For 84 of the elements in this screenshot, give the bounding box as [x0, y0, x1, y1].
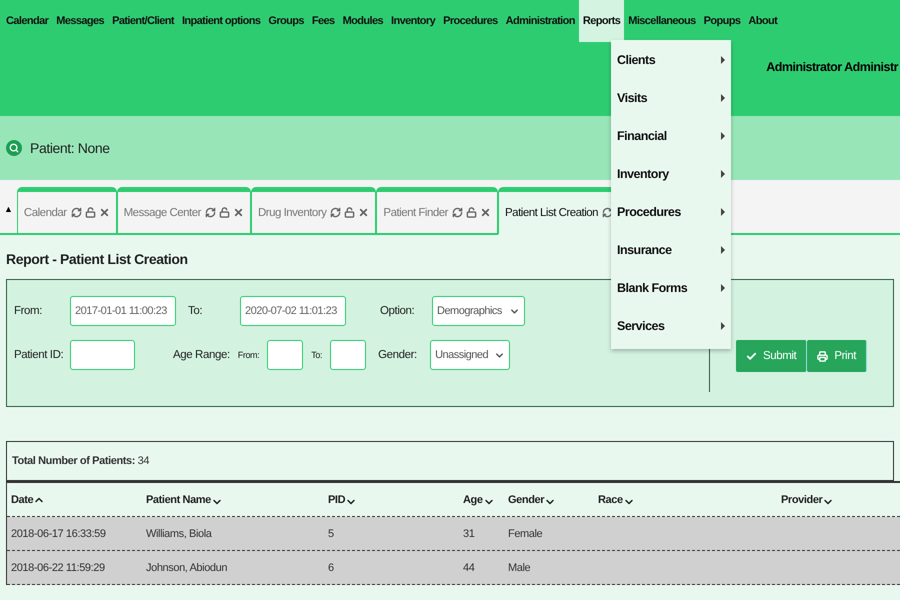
submenu-arrow-icon [721, 208, 725, 216]
menu-entry[interactable]: Financial [611, 117, 731, 155]
tab[interactable]: Calendar [16, 187, 117, 235]
collapse-toggle[interactable]: ▲ [4, 204, 13, 214]
column-header[interactable]: Provider [777, 491, 897, 508]
gender-label: Gender: [378, 349, 418, 361]
submenu-arrow-icon [721, 284, 725, 292]
menu-entry[interactable]: Services [611, 307, 731, 345]
submenu-arrow-icon [721, 132, 725, 140]
table-cell-text: Male [507, 562, 532, 574]
refresh-icon[interactable] [602, 207, 614, 218]
tab[interactable]: Drug Inventory [250, 187, 376, 235]
unlock-icon[interactable] [218, 207, 230, 218]
menu-entry[interactable]: Clients [611, 41, 731, 79]
menu-item[interactable]: Inpatient options [178, 0, 264, 42]
close-icon[interactable] [358, 207, 370, 218]
table-cell-text: Williams, Biola [145, 528, 213, 540]
search-icon[interactable] [6, 140, 22, 156]
menu-item[interactable]: Calendar [2, 0, 52, 42]
submenu-arrow-icon [721, 94, 725, 102]
unlock-icon[interactable] [344, 207, 356, 218]
menu-entry[interactable]: Blank Forms [611, 269, 731, 307]
tab[interactable]: Patient Finder [376, 187, 498, 235]
tab[interactable]: Message Center [116, 187, 251, 235]
menu-item[interactable]: Groups [264, 0, 308, 42]
refresh-icon[interactable] [452, 207, 464, 218]
age-from-field[interactable] [267, 340, 304, 370]
column-header[interactable]: PID [324, 491, 459, 508]
unlock-icon[interactable] [84, 207, 96, 218]
table-cell-text: Johnson, Abiodun [145, 562, 228, 574]
table-cell-text: 6 [327, 562, 335, 574]
column-header[interactable]: Patient Name [142, 491, 324, 508]
close-icon[interactable] [98, 207, 110, 218]
menu-item[interactable]: Inventory [387, 0, 440, 42]
table-cell-text: Female [507, 528, 544, 540]
menu-item[interactable]: Modules [338, 0, 387, 42]
from-label: From: [14, 305, 44, 317]
patient-id-field[interactable] [70, 340, 135, 370]
refresh-icon[interactable] [70, 207, 82, 218]
refresh-icon[interactable] [204, 207, 216, 218]
patient-id-label: Patient ID: [14, 349, 62, 361]
table-cell-text: 5 [327, 528, 335, 540]
option-select[interactable]: Demographics [432, 296, 525, 326]
menu-item[interactable]: Miscellaneous [624, 0, 700, 42]
to-label: To: [187, 305, 204, 317]
menu-item[interactable]: Administration [502, 0, 579, 42]
menu-item[interactable]: Messages [52, 0, 108, 42]
table-cell-text: 44 [462, 562, 476, 574]
menu-item[interactable]: Procedures [439, 0, 502, 42]
total-patients-text: Total Number of Patients: 34 [12, 455, 150, 467]
table-cell-text: 2018-06-22 11:59:29 [10, 562, 106, 574]
submenu-arrow-icon [721, 56, 725, 64]
menu-item[interactable]: About [744, 0, 782, 42]
gender-select[interactable]: Unassigned [430, 340, 510, 370]
menu-item[interactable]: Popups [700, 0, 744, 42]
age-to-field[interactable] [330, 340, 366, 370]
check-icon [746, 350, 757, 362]
refresh-icon[interactable] [330, 207, 342, 218]
print-icon [817, 350, 828, 362]
column-header[interactable]: Gender [504, 491, 594, 508]
close-icon[interactable] [232, 207, 244, 218]
option-label: Option: [380, 305, 416, 317]
from-date-field[interactable]: 2017-01-01 11:00:23 [70, 296, 176, 326]
column-header[interactable]: Age [459, 491, 504, 508]
menu-item[interactable]: Fees [308, 0, 339, 42]
age-from-label: From: [238, 350, 260, 360]
age-to-label: To: [311, 350, 322, 360]
to-date-field[interactable]: 2020-07-02 11:01:23 [240, 296, 346, 326]
age-range-label: Age Range: [173, 349, 230, 361]
menu-item[interactable]: Reports [578, 0, 624, 42]
close-icon[interactable] [480, 207, 492, 218]
page-title: Report - Patient List Creation [5, 250, 189, 269]
user-name: Administrator Administr [766, 60, 900, 74]
table-cell-text: 2018-06-17 16:33:59 [10, 528, 107, 540]
column-header[interactable]: Race [594, 491, 777, 508]
column-header[interactable]: Date [7, 494, 142, 506]
table-cell-text: 31 [462, 528, 476, 540]
menu-entry[interactable]: Visits [611, 79, 731, 117]
unlock-icon[interactable] [466, 207, 478, 218]
submenu-arrow-icon [721, 322, 725, 330]
menu-item[interactable]: Patient/Client [108, 0, 178, 42]
patient-label: Patient: None [30, 140, 110, 156]
submenu-arrow-icon [721, 170, 725, 178]
submenu-arrow-icon [721, 246, 725, 254]
